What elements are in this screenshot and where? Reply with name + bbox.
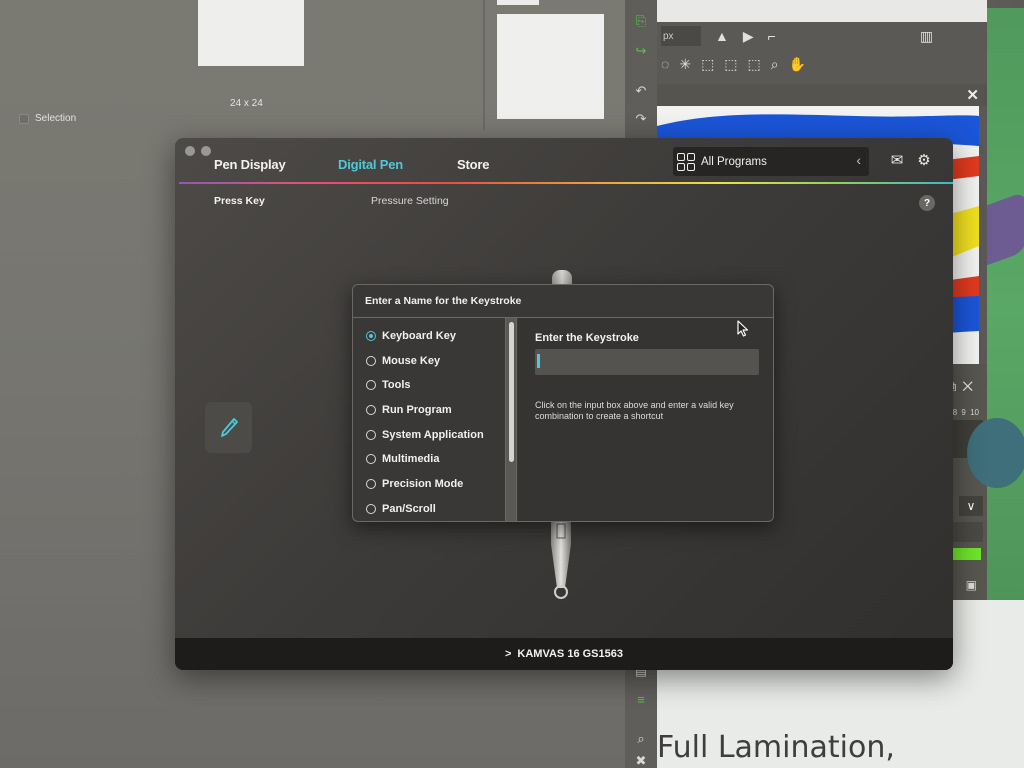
zoom-fit-icon[interactable]: ⌕ — [632, 730, 650, 748]
option-label: Tools — [382, 379, 411, 391]
text-caret — [537, 354, 540, 368]
close-icon[interactable]: ✕ — [966, 86, 979, 104]
option-multimedia[interactable]: Multimedia — [366, 453, 439, 465]
tab-pen-display[interactable]: Pen Display — [214, 157, 286, 172]
document-heading: Full Lamination, — [657, 730, 895, 765]
eyedropper-select-icon[interactable]: ⬚ — [701, 56, 714, 73]
redo-icon[interactable]: ↷ — [632, 110, 650, 128]
keystroke-input[interactable] — [535, 349, 759, 375]
radio-button[interactable] — [366, 504, 376, 514]
help-button[interactable]: ? — [919, 195, 935, 211]
panel-divider — [483, 0, 485, 130]
editor-toolbar-row1: px ▲ ▶ ⌐ ▥ — [657, 24, 987, 48]
align-icon[interactable]: ≡ — [632, 690, 650, 708]
thumbnail-size-label: 24 x 24 — [230, 98, 263, 109]
apps-grid-icon — [677, 152, 695, 171]
close-icon[interactable]: ✕ — [962, 378, 979, 394]
radio-button[interactable] — [366, 479, 376, 489]
freeform-select-icon[interactable]: ⬚ — [748, 56, 761, 73]
export-document-icon[interactable]: ↪ — [632, 42, 650, 60]
option-run-program[interactable]: Run Program — [366, 404, 452, 416]
thumbnail-preview[interactable] — [198, 0, 304, 66]
chevron-left-icon[interactable]: ‹ — [856, 152, 861, 168]
lasso-icon[interactable]: ◌ — [661, 56, 669, 72]
thumbnail-preview-small[interactable] — [497, 0, 539, 5]
flip-vertical-icon[interactable]: ▶ — [743, 28, 754, 45]
window-controls — [185, 146, 211, 156]
option-precision-mode[interactable]: Precision Mode — [366, 478, 463, 490]
pen-icon — [220, 417, 238, 437]
gear-icon[interactable]: ⚙ — [915, 151, 933, 169]
minimize-window-button[interactable] — [201, 146, 211, 156]
option-pan-scroll[interactable]: Pan/Scroll — [366, 503, 436, 515]
desktop-wallpaper — [967, 8, 1024, 608]
radio-button[interactable] — [366, 356, 376, 366]
list-scrollbar[interactable] — [505, 318, 517, 521]
radio-button[interactable] — [366, 454, 376, 464]
device-name: KAMVAS 16 GS1563 — [517, 648, 623, 660]
magic-wand-icon[interactable]: ✳ — [679, 56, 691, 73]
device-footer[interactable]: > KAMVAS 16 GS1563 — [175, 638, 953, 670]
scrollbar-thumb[interactable] — [509, 322, 514, 462]
program-selector-label: All Programs — [701, 155, 767, 168]
header-divider — [179, 182, 953, 184]
radio-button[interactable] — [366, 430, 376, 440]
tab-store[interactable]: Store — [457, 157, 489, 172]
option-label: Precision Mode — [382, 478, 464, 490]
pen-button-selector[interactable] — [205, 402, 252, 453]
option-system-application[interactable]: System Application — [366, 429, 484, 441]
wallpaper-sphere — [967, 418, 1024, 488]
undo-icon[interactable]: ↶ — [632, 82, 650, 100]
pen-illustration-tip — [551, 522, 571, 599]
option-label: System Application — [382, 429, 484, 441]
radio-button[interactable] — [366, 331, 376, 341]
unit-field[interactable]: px — [661, 26, 701, 46]
display-icon[interactable]: ▣ — [966, 578, 977, 592]
keystroke-hint: Click on the input box above and enter a… — [535, 400, 734, 421]
function-type-list: Keyboard Key Mouse Key Tools Run Program… — [353, 318, 505, 521]
crop-icon[interactable]: ⌐ — [768, 28, 776, 44]
editor-toolbar-row2: ◌ ✳ ⬚ ⬚ ⬚ ⌕ ✋ — [657, 52, 987, 76]
tab-digital-pen[interactable]: Digital Pen — [338, 157, 403, 172]
option-label: Run Program — [382, 404, 452, 416]
keystroke-dialog: Enter a Name for the Keystroke Keyboard … — [352, 284, 774, 522]
keystroke-title: Enter the Keystroke — [535, 332, 639, 344]
radio-button[interactable] — [366, 380, 376, 390]
close-window-button[interactable] — [185, 146, 195, 156]
wallpaper-shape — [987, 190, 1024, 266]
zoom-icon[interactable]: ⌕ — [771, 56, 779, 73]
option-keyboard-key[interactable]: Keyboard Key — [366, 330, 456, 342]
subtab-press-key[interactable]: Press Key — [214, 195, 265, 207]
canvas-panel-header — [657, 84, 987, 106]
panel-layout-icon[interactable]: ▥ — [920, 28, 933, 45]
flip-horizontal-icon[interactable]: ▲ — [715, 28, 729, 44]
rect-select-icon[interactable]: ⬚ — [724, 56, 737, 73]
selection-checkbox[interactable] — [19, 114, 29, 124]
option-label: Keyboard Key — [382, 330, 456, 342]
new-document-icon[interactable]: ⎘ — [632, 12, 650, 30]
thumbnail-preview-large[interactable] — [497, 14, 604, 119]
subtab-pressure-setting[interactable]: Pressure Setting — [371, 195, 449, 207]
option-label: Multimedia — [382, 453, 440, 465]
option-tools[interactable]: Tools — [366, 379, 411, 391]
option-mouse-key[interactable]: Mouse Key — [366, 355, 440, 367]
option-label: Pan/Scroll — [382, 503, 436, 515]
dialog-title: Enter a Name for the Keystroke — [365, 295, 522, 307]
keystroke-pane: Enter the Keystroke Click on the input b… — [518, 318, 773, 521]
radio-button[interactable] — [366, 405, 376, 415]
hand-icon[interactable]: ✋ — [789, 56, 806, 73]
chevron-right-icon: > — [504, 648, 512, 660]
mail-icon[interactable]: ✉ — [888, 151, 906, 169]
selection-label: Selection — [35, 113, 77, 124]
tools-icon[interactable]: ✖ — [632, 752, 650, 768]
program-selector[interactable]: All Programs ‹ — [673, 147, 869, 176]
editor-top-bar — [657, 0, 987, 22]
mouse-pointer-icon — [737, 320, 749, 337]
option-label: Mouse Key — [382, 355, 441, 367]
chevron-down-icon[interactable]: ∨ — [959, 496, 983, 516]
